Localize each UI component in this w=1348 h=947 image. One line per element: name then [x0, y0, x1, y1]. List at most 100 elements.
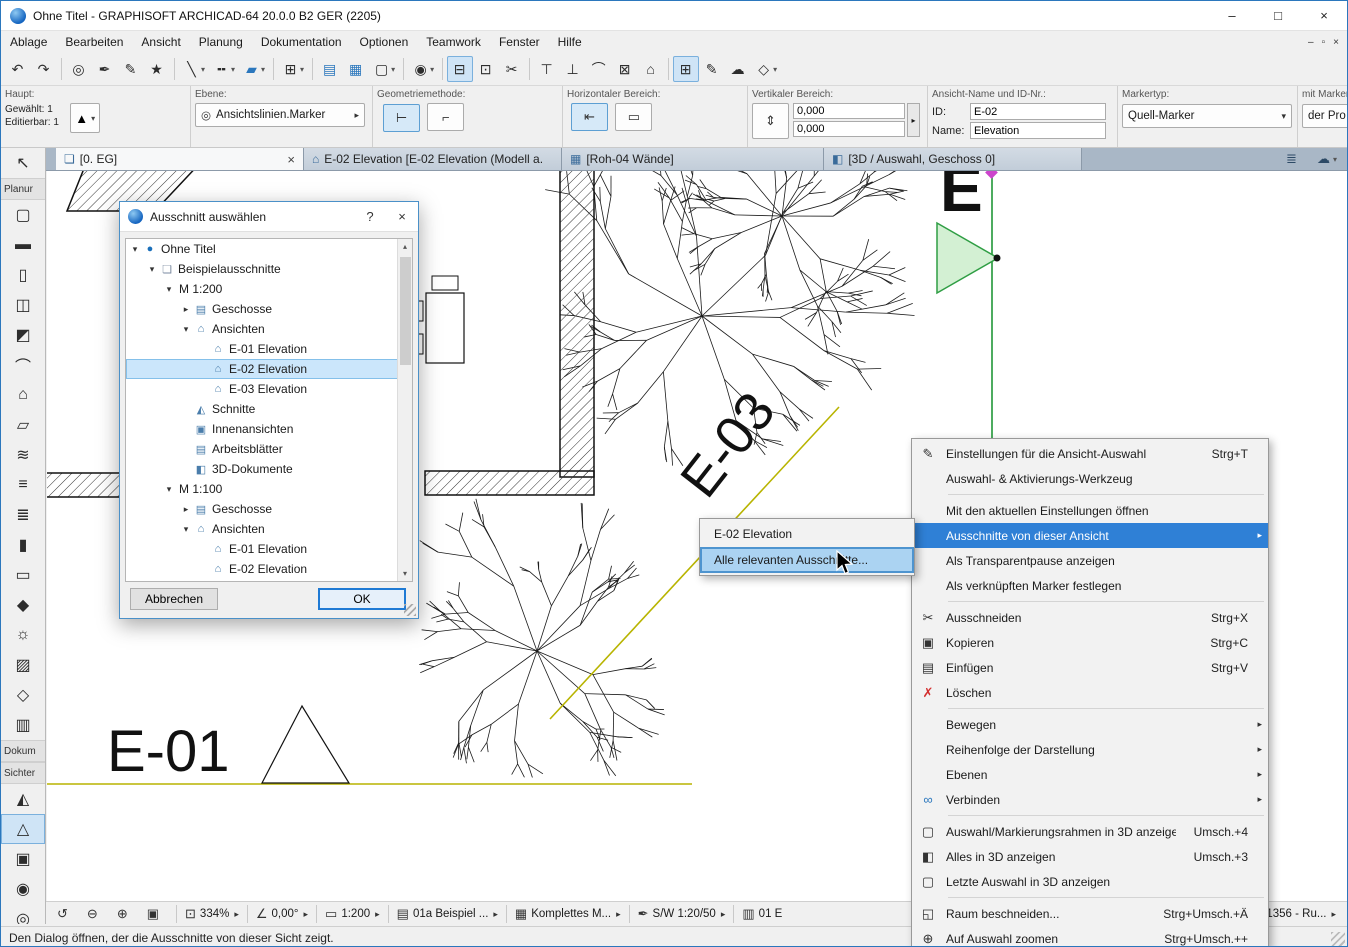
context-menu-item[interactable]: ⊕ Auf Auswahl zoomen Strg+Umsch.++ [912, 926, 1268, 947]
tool-button[interactable]: ☼ [1, 620, 45, 650]
tool-button[interactable]: ≡ [1, 470, 45, 500]
mdi-minimize-icon[interactable]: – [1308, 37, 1314, 48]
view-tab[interactable]: ◧ [3D / Auswahl, Geschoss 0] [824, 148, 1082, 170]
dialog-close-button[interactable]: × [386, 202, 418, 232]
quickbar-control[interactable]: ✒ S/W 1:20/50 ▸ [633, 903, 731, 925]
view-id-field[interactable] [970, 103, 1106, 120]
context-menu-item[interactable]: ▢ Letzte Auswahl in 3D anzeigen [912, 869, 1268, 894]
tool-button[interactable]: Planur [1, 178, 45, 200]
geometry-straight-button[interactable]: ⊢ [383, 104, 420, 132]
range-infinite-button[interactable]: ⇤ [571, 103, 608, 131]
toolbar-button[interactable]: ▰ ▾ [239, 56, 269, 82]
view-tab[interactable]: ❏ [0. EG] × [56, 148, 304, 170]
toolbar-button[interactable]: ╍ ▾ [209, 56, 239, 82]
toolbar-button[interactable]: ⊠ [612, 56, 638, 82]
toolbar-button[interactable]: ↶ [5, 56, 31, 82]
toolbar-button[interactable]: ▢ ▾ [369, 56, 399, 82]
menu-item[interactable]: Dokumentation [252, 31, 351, 53]
quickbar-control[interactable]: ∠ 0,00° ▸ [251, 903, 313, 925]
context-menu-item[interactable]: ✂ Ausschneiden Strg+X [912, 605, 1268, 630]
expander-open-icon[interactable]: ▾ [162, 284, 176, 295]
toolbar-button[interactable]: ✒ [92, 56, 118, 82]
vertical-bottom-field[interactable] [793, 121, 905, 137]
close-button[interactable]: × [1301, 1, 1347, 30]
menu-item[interactable]: Ansicht [132, 31, 189, 53]
dialog-title-bar[interactable]: Ausschnitt auswählen ? × [120, 202, 418, 232]
context-menu-item[interactable]: Auswahl- & Aktivierungs-Werkzeug [912, 466, 1268, 491]
context-menu-item[interactable]: ◱ Raum beschneiden... Strg+Umsch.+Ä [912, 901, 1268, 926]
marker-type-dropdown[interactable]: Quell-Marker ▾ [1122, 104, 1292, 128]
tree-item[interactable]: ▸ ▤ Geschosse [126, 299, 412, 319]
tool-button[interactable]: Sichter [1, 762, 45, 784]
toolbar-button[interactable]: ⊟ [447, 56, 473, 82]
context-menu-item[interactable]: ▢ Auswahl/Markierungsrahmen in 3D anzeig… [912, 819, 1268, 844]
scroll-up-icon[interactable]: ▴ [398, 239, 412, 254]
spinner-button[interactable]: ▸ [907, 103, 920, 137]
tool-button[interactable]: △ [1, 814, 45, 844]
context-menu-item[interactable]: ▣ Kopieren Strg+C [912, 630, 1268, 655]
menu-item[interactable]: Teamwork [417, 31, 490, 53]
dialog-help-button[interactable]: ? [354, 202, 386, 232]
tree-item[interactable]: ⌂ E-02 Elevation [126, 559, 412, 579]
scroll-down-icon[interactable]: ▾ [398, 566, 412, 581]
tab-close-icon[interactable]: × [281, 152, 295, 167]
toolbar-button[interactable]: ⊥ [560, 56, 586, 82]
submenu-item[interactable]: E-02 Elevation [700, 521, 914, 547]
toolbar-button[interactable]: ⊞ [673, 56, 699, 82]
range-limited-button[interactable]: ▭ [615, 103, 652, 131]
context-menu-item[interactable]: Bewegen ▸ [912, 712, 1268, 737]
tree-item[interactable]: ▣ Innenansichten [126, 419, 412, 439]
tree-item[interactable]: ◧ 3D-Dokumente [126, 459, 412, 479]
quickbar-control[interactable]: ▦ Komplettes M... ▸ [510, 903, 626, 925]
view-name-field[interactable] [970, 122, 1106, 139]
tool-button[interactable]: ≋ [1, 440, 45, 470]
context-menu-item[interactable]: ◧ Alles in 3D anzeigen Umsch.+3 [912, 844, 1268, 869]
menu-item[interactable]: Planung [190, 31, 252, 53]
tool-button[interactable]: ◫ [1, 290, 45, 320]
context-menu-item[interactable]: ▤ Einfügen Strg+V [912, 655, 1268, 680]
toolbar-button[interactable]: ⌒ [586, 56, 612, 82]
scrollbar-thumb[interactable] [400, 257, 411, 365]
tree-item[interactable]: ▾ ⌂ Ansichten [126, 319, 412, 339]
toolbar-button[interactable]: ✎ [118, 56, 144, 82]
context-menu-item[interactable]: ∞ Verbinden ▸ [912, 787, 1268, 812]
tree-item[interactable]: ⌂ E-01 Elevation [126, 539, 412, 559]
tool-button[interactable]: ◩ [1, 320, 45, 350]
tool-button[interactable]: ▱ [1, 410, 45, 440]
tree-item[interactable]: ⌂ E-02 Elevation [126, 359, 412, 379]
quickbar-control[interactable]: ▤ 01a Beispiel ... ▸ [392, 903, 503, 925]
tabbar-tool-button[interactable]: ≣ [1279, 149, 1305, 169]
toolbar-button[interactable]: ⊡ [473, 56, 499, 82]
toolbar-button[interactable]: ⊞ ▾ [278, 56, 308, 82]
tree-item[interactable]: ▸ ▤ Geschosse [126, 499, 412, 519]
quickbar-control[interactable]: ⊖ [82, 903, 112, 925]
tool-button[interactable]: ▢ [1, 200, 45, 230]
tree-item[interactable]: ▤ Arbeitsblätter [126, 439, 412, 459]
tool-button[interactable]: ≣ [1, 500, 45, 530]
context-menu-item[interactable]: Ausschnitte von dieser Ansicht ▸ [912, 523, 1268, 548]
context-menu-item[interactable]: ✎ Einstellungen für die Ansicht-Auswahl … [912, 441, 1268, 466]
mdi-close-icon[interactable]: × [1333, 37, 1339, 48]
tool-button[interactable]: ↖ [1, 148, 45, 178]
context-menu-item[interactable]: Mit den aktuellen Einstellungen öffnen [912, 498, 1268, 523]
tool-button[interactable]: ◇ [1, 680, 45, 710]
tool-button[interactable]: ▨ [1, 650, 45, 680]
resize-grip[interactable] [1331, 932, 1345, 946]
element-settings-button[interactable]: ▲ ▾ [70, 103, 100, 133]
tree-item[interactable]: ▾ M 1:200 [126, 279, 412, 299]
tool-button[interactable]: ⌒ [1, 350, 45, 380]
toolbar-button[interactable]: ◎ [66, 56, 92, 82]
tool-button[interactable]: ▬ [1, 230, 45, 260]
tree-item[interactable]: ⌂ E-03 Elevation [126, 379, 412, 399]
tool-button[interactable]: ◭ [1, 784, 45, 814]
toolbar-button[interactable]: ▦ [343, 56, 369, 82]
menu-item[interactable]: Hilfe [549, 31, 591, 53]
context-menu-item[interactable]: ✗ Löschen [912, 680, 1268, 705]
ok-button[interactable]: OK [318, 588, 406, 610]
toolbar-button[interactable]: ⊤ [534, 56, 560, 82]
tool-button[interactable]: ◎ [1, 904, 45, 924]
toolbar-button[interactable]: ↷ [31, 56, 57, 82]
menu-item[interactable]: Bearbeiten [56, 31, 132, 53]
vertical-range-button[interactable]: ⇕ [752, 103, 789, 139]
context-menu-item[interactable]: Reihenfolge der Darstellung ▸ [912, 737, 1268, 762]
